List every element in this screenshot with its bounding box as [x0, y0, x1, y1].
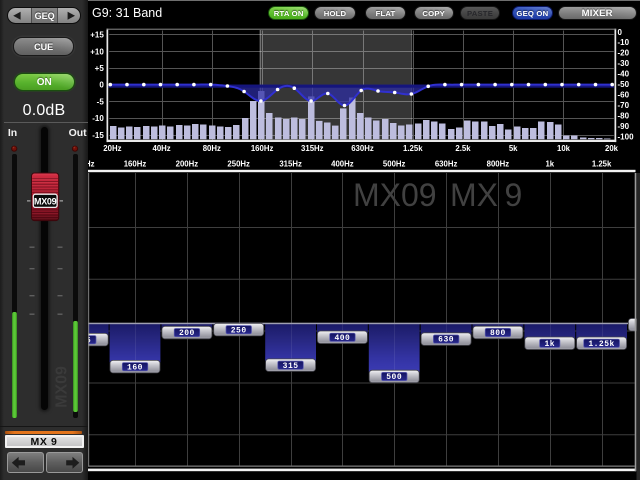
- svg-text:200: 200: [179, 329, 195, 338]
- svg-text:20k: 20k: [605, 144, 619, 153]
- svg-text:200Hz: 200Hz: [176, 160, 199, 169]
- svg-text:-60: -60: [618, 91, 630, 100]
- svg-text:+15: +15: [90, 31, 104, 40]
- svg-text:500: 500: [386, 373, 402, 382]
- svg-text:800: 800: [490, 329, 506, 338]
- svg-text:MX09: MX09: [54, 366, 71, 408]
- svg-text:1.25k: 1.25k: [403, 144, 423, 153]
- svg-text:2.5k: 2.5k: [455, 144, 471, 153]
- svg-text:-70: -70: [618, 101, 630, 110]
- svg-text:-10: -10: [618, 38, 630, 47]
- svg-text:MX09: MX09: [34, 196, 57, 206]
- svg-text:315Hz: 315Hz: [301, 144, 324, 153]
- svg-text:+5: +5: [95, 64, 105, 73]
- svg-text:10k: 10k: [557, 144, 571, 153]
- svg-text:-90: -90: [618, 122, 630, 131]
- svg-text:+10: +10: [90, 47, 104, 56]
- svg-text:160Hz: 160Hz: [251, 144, 274, 153]
- svg-text:20Hz: 20Hz: [103, 144, 121, 153]
- svg-text:160Hz: 160Hz: [124, 160, 147, 169]
- svg-text:80Hz: 80Hz: [203, 144, 221, 153]
- svg-text:630Hz: 630Hz: [351, 144, 374, 153]
- svg-text:0: 0: [99, 81, 104, 90]
- svg-text:-80: -80: [618, 111, 630, 120]
- svg-text:800Hz: 800Hz: [487, 160, 510, 169]
- svg-text:-100: -100: [618, 132, 635, 141]
- svg-text:40Hz: 40Hz: [152, 144, 170, 153]
- svg-text:-15: -15: [92, 131, 104, 140]
- svg-text:1k: 1k: [545, 160, 554, 169]
- svg-text:MX: MX: [450, 177, 498, 213]
- svg-text:125Hz: 125Hz: [88, 160, 95, 169]
- svg-text:250: 250: [231, 326, 247, 335]
- svg-text:1k: 1k: [544, 340, 555, 349]
- svg-text:1.25k: 1.25k: [592, 160, 612, 169]
- svg-text:250Hz: 250Hz: [227, 160, 250, 169]
- svg-text:630: 630: [438, 336, 454, 345]
- svg-text:1.25k: 1.25k: [588, 340, 615, 349]
- svg-text:-5: -5: [97, 97, 105, 106]
- svg-text:9: 9: [505, 177, 523, 213]
- svg-text:400: 400: [334, 334, 350, 343]
- svg-text:500Hz: 500Hz: [383, 160, 406, 169]
- svg-text:0: 0: [618, 28, 623, 37]
- svg-text:-20: -20: [618, 49, 630, 58]
- svg-text:-50: -50: [618, 80, 630, 89]
- svg-text:315: 315: [283, 362, 299, 371]
- svg-text:-40: -40: [618, 70, 630, 79]
- svg-text:630Hz: 630Hz: [435, 160, 458, 169]
- svg-text:-30: -30: [618, 59, 630, 68]
- svg-text:5k: 5k: [509, 144, 518, 153]
- svg-text:315Hz: 315Hz: [279, 160, 302, 169]
- svg-text:-10: -10: [92, 114, 104, 123]
- svg-text:400Hz: 400Hz: [331, 160, 354, 169]
- svg-text:160: 160: [127, 363, 143, 372]
